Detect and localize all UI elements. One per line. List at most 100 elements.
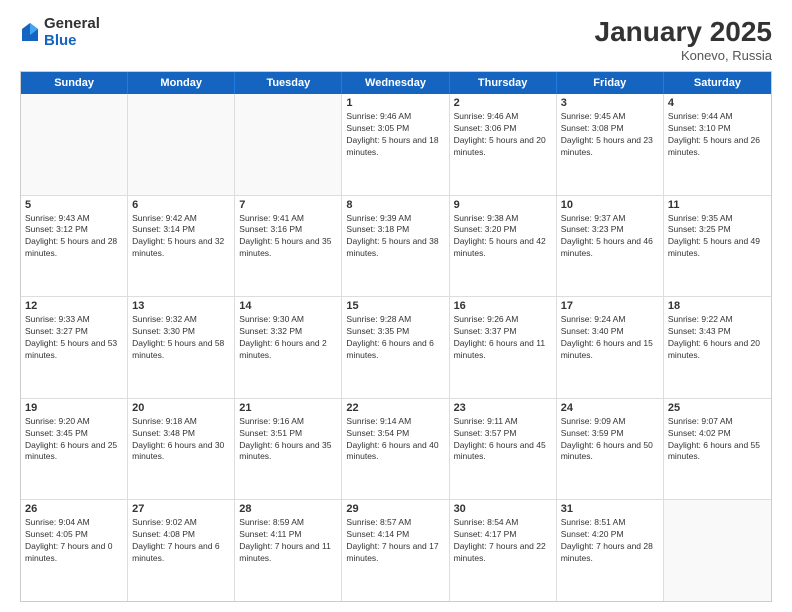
calendar-cell: 7Sunrise: 9:41 AMSunset: 3:16 PMDaylight… xyxy=(235,196,342,297)
logo-icon xyxy=(20,21,40,45)
cell-info: Sunrise: 9:32 AMSunset: 3:30 PMDaylight:… xyxy=(132,314,230,362)
calendar-cell xyxy=(235,94,342,195)
day-number: 28 xyxy=(239,503,337,515)
weekday-header: Wednesday xyxy=(342,72,449,94)
cell-info: Sunrise: 9:26 AMSunset: 3:37 PMDaylight:… xyxy=(454,314,552,362)
weekday-header: Tuesday xyxy=(235,72,342,94)
calendar-cell xyxy=(664,500,771,601)
day-number: 5 xyxy=(25,199,123,211)
calendar-cell: 21 Sunrise: 9:16 AMSunset: 3:51 PMDayligh… xyxy=(235,399,342,500)
calendar-cell: 8 Sunrise: 9:39 AMSunset: 3:18 PMDaylight… xyxy=(342,196,449,297)
weekday-header: Monday xyxy=(128,72,235,94)
cell-info: Sunrise: 9:16 AMSunset: 3:51 PMDaylight:… xyxy=(239,416,337,464)
weekday-header: Saturday xyxy=(664,72,771,94)
day-number: 30 xyxy=(454,503,552,515)
calendar-cell: 10 Sunrise: 9:37 AMSunset: 3:23 PMDayligh… xyxy=(557,196,664,297)
calendar-cell: 11Sunrise: 9:35 AMSunset: 3:25 PMDayligh… xyxy=(664,196,771,297)
day-number: 6 xyxy=(132,199,230,211)
cell-info: Sunrise: 9:45 AMSunset: 3:08 PMDaylight:… xyxy=(561,111,659,159)
calendar-cell: 2 Sunrise: 9:46 AMSunset: 3:06 PMDaylight… xyxy=(450,94,557,195)
calendar-week-row: 1Sunrise: 9:46 AMSunset: 3:05 PMDaylight… xyxy=(21,94,771,196)
cell-info: Sunrise: 8:54 AMSunset: 4:17 PMDaylight:… xyxy=(454,517,552,565)
day-number: 7 xyxy=(239,199,337,211)
day-number: 27 xyxy=(132,503,230,515)
day-number: 19 xyxy=(25,402,123,414)
calendar-cell: 25 Sunrise: 9:07 AMSunset: 4:02 PMDayligh… xyxy=(664,399,771,500)
calendar-cell: 1Sunrise: 9:46 AMSunset: 3:05 PMDaylight… xyxy=(342,94,449,195)
cell-info: Sunrise: 9:30 AMSunset: 3:32 PMDaylight:… xyxy=(239,314,337,362)
calendar-cell: 6 Sunrise: 9:42 AMSunset: 3:14 PMDaylight… xyxy=(128,196,235,297)
day-number: 25 xyxy=(668,402,767,414)
day-number: 22 xyxy=(346,402,444,414)
cell-info: Sunrise: 9:33 AMSunset: 3:27 PMDaylight:… xyxy=(25,314,123,362)
day-number: 18 xyxy=(668,300,767,312)
day-number: 12 xyxy=(25,300,123,312)
calendar-cell: 13 Sunrise: 9:32 AMSunset: 3:30 PMDayligh… xyxy=(128,297,235,398)
cell-info: Sunrise: 9:02 AMSunset: 4:08 PMDaylight:… xyxy=(132,517,230,565)
calendar: SundayMondayTuesdayWednesdayThursdayFrid… xyxy=(20,71,772,602)
cell-info: Sunrise: 9:11 AMSunset: 3:57 PMDaylight:… xyxy=(454,416,552,464)
title-block: January 2025 Konevo, Russia xyxy=(595,16,772,63)
day-number: 11 xyxy=(668,199,767,211)
calendar-cell: 16Sunrise: 9:26 AMSunset: 3:37 PMDayligh… xyxy=(450,297,557,398)
calendar-cell: 31 Sunrise: 8:51 AMSunset: 4:20 PMDayligh… xyxy=(557,500,664,601)
page-header: General Blue January 2025 Konevo, Russia xyxy=(20,16,772,63)
cell-info: Sunrise: 8:57 AMSunset: 4:14 PMDaylight:… xyxy=(346,517,444,565)
cell-info: Sunrise: 9:38 AMSunset: 3:20 PMDaylight:… xyxy=(454,213,552,261)
day-number: 31 xyxy=(561,503,659,515)
calendar-week-row: 19Sunrise: 9:20 AMSunset: 3:45 PMDayligh… xyxy=(21,399,771,501)
cell-info: Sunrise: 9:18 AMSunset: 3:48 PMDaylight:… xyxy=(132,416,230,464)
calendar-week-row: 26 Sunrise: 9:04 AMSunset: 4:05 PMDayligh… xyxy=(21,500,771,601)
day-number: 17 xyxy=(561,300,659,312)
day-number: 29 xyxy=(346,503,444,515)
calendar-cell xyxy=(21,94,128,195)
calendar-cell: 28 Sunrise: 8:59 AMSunset: 4:11 PMDayligh… xyxy=(235,500,342,601)
day-number: 21 xyxy=(239,402,337,414)
calendar-cell: 14 Sunrise: 9:30 AMSunset: 3:32 PMDayligh… xyxy=(235,297,342,398)
calendar-week-row: 12 Sunrise: 9:33 AMSunset: 3:27 PMDayligh… xyxy=(21,297,771,399)
location: Konevo, Russia xyxy=(595,48,772,63)
logo: General Blue xyxy=(20,16,100,49)
calendar-cell: 3Sunrise: 9:45 AMSunset: 3:08 PMDaylight… xyxy=(557,94,664,195)
cell-info: Sunrise: 9:39 AMSunset: 3:18 PMDaylight:… xyxy=(346,213,444,261)
calendar-cell: 30 Sunrise: 8:54 AMSunset: 4:17 PMDayligh… xyxy=(450,500,557,601)
cell-info: Sunrise: 9:04 AMSunset: 4:05 PMDaylight:… xyxy=(25,517,123,565)
calendar-cell: 5 Sunrise: 9:43 AMSunset: 3:12 PMDaylight… xyxy=(21,196,128,297)
calendar-cell: 22 Sunrise: 9:14 AMSunset: 3:54 PMDayligh… xyxy=(342,399,449,500)
weekday-header: Sunday xyxy=(21,72,128,94)
calendar-header: SundayMondayTuesdayWednesdayThursdayFrid… xyxy=(21,72,771,94)
calendar-cell: 20 Sunrise: 9:18 AMSunset: 3:48 PMDayligh… xyxy=(128,399,235,500)
day-number: 15 xyxy=(346,300,444,312)
logo-general: General xyxy=(44,16,100,33)
cell-info: Sunrise: 9:07 AMSunset: 4:02 PMDaylight:… xyxy=(668,416,767,464)
day-number: 20 xyxy=(132,402,230,414)
cell-info: Sunrise: 8:51 AMSunset: 4:20 PMDaylight:… xyxy=(561,517,659,565)
day-number: 4 xyxy=(668,97,767,109)
calendar-cell: 4 Sunrise: 9:44 AMSunset: 3:10 PMDaylight… xyxy=(664,94,771,195)
cell-info: Sunrise: 8:59 AMSunset: 4:11 PMDaylight:… xyxy=(239,517,337,565)
cell-info: Sunrise: 9:14 AMSunset: 3:54 PMDaylight:… xyxy=(346,416,444,464)
weekday-header: Friday xyxy=(557,72,664,94)
calendar-cell xyxy=(128,94,235,195)
cell-info: Sunrise: 9:37 AMSunset: 3:23 PMDaylight:… xyxy=(561,213,659,261)
cell-info: Sunrise: 9:44 AMSunset: 3:10 PMDaylight:… xyxy=(668,111,767,159)
calendar-cell: 18 Sunrise: 9:22 AMSunset: 3:43 PMDayligh… xyxy=(664,297,771,398)
cell-info: Sunrise: 9:24 AMSunset: 3:40 PMDaylight:… xyxy=(561,314,659,362)
calendar-body: 1Sunrise: 9:46 AMSunset: 3:05 PMDaylight… xyxy=(21,94,771,601)
cell-info: Sunrise: 9:22 AMSunset: 3:43 PMDaylight:… xyxy=(668,314,767,362)
cell-info: Sunrise: 9:42 AMSunset: 3:14 PMDaylight:… xyxy=(132,213,230,261)
calendar-cell: 23Sunrise: 9:11 AMSunset: 3:57 PMDayligh… xyxy=(450,399,557,500)
cell-info: Sunrise: 9:46 AMSunset: 3:06 PMDaylight:… xyxy=(454,111,552,159)
calendar-cell: 29 Sunrise: 8:57 AMSunset: 4:14 PMDayligh… xyxy=(342,500,449,601)
day-number: 14 xyxy=(239,300,337,312)
calendar-cell: 24Sunrise: 9:09 AMSunset: 3:59 PMDayligh… xyxy=(557,399,664,500)
cell-info: Sunrise: 9:43 AMSunset: 3:12 PMDaylight:… xyxy=(25,213,123,261)
day-number: 2 xyxy=(454,97,552,109)
day-number: 10 xyxy=(561,199,659,211)
day-number: 26 xyxy=(25,503,123,515)
cell-info: Sunrise: 9:28 AMSunset: 3:35 PMDaylight:… xyxy=(346,314,444,362)
calendar-week-row: 5 Sunrise: 9:43 AMSunset: 3:12 PMDaylight… xyxy=(21,196,771,298)
calendar-cell: 26 Sunrise: 9:04 AMSunset: 4:05 PMDayligh… xyxy=(21,500,128,601)
day-number: 8 xyxy=(346,199,444,211)
day-number: 13 xyxy=(132,300,230,312)
